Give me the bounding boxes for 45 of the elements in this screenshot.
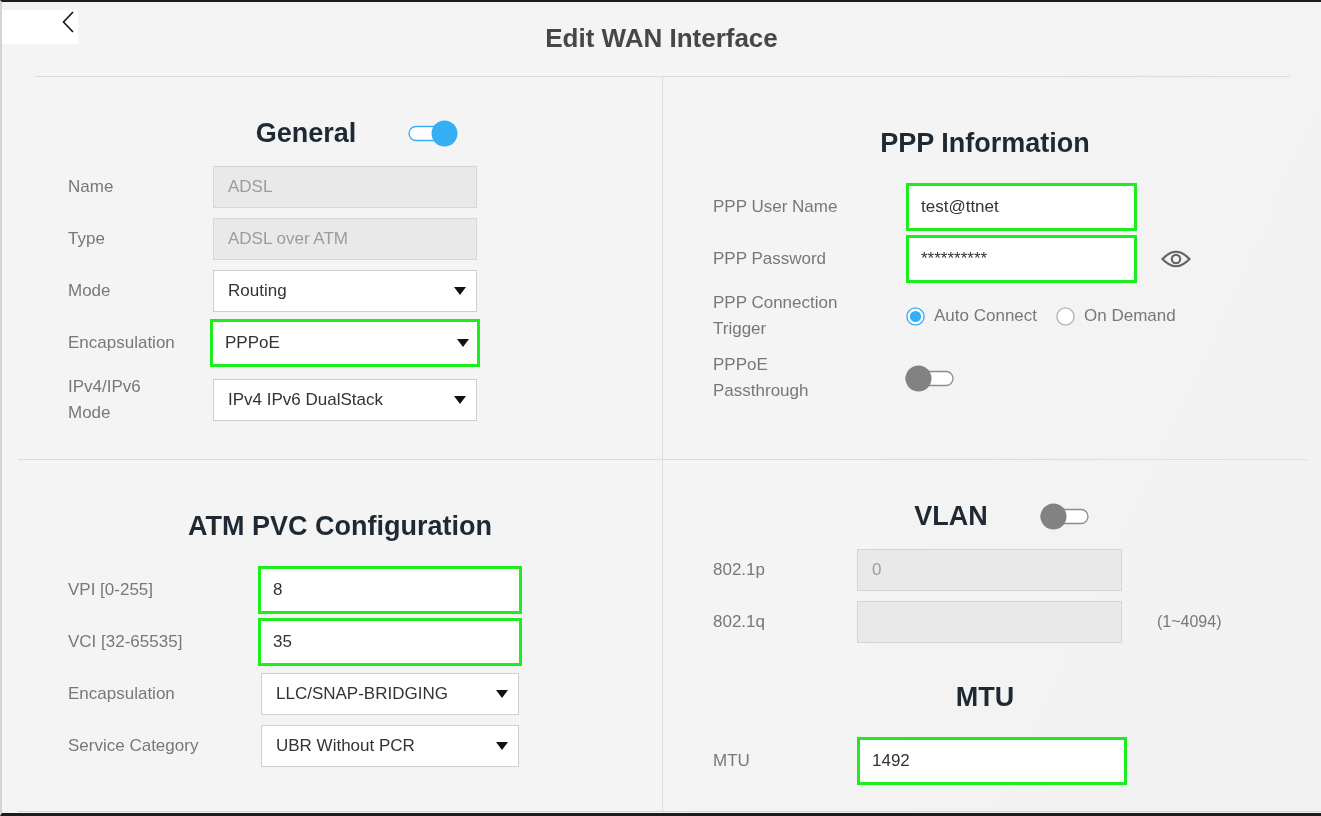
section-title: MTU — [955, 681, 1015, 714]
range-hint: (1~4094) — [1157, 613, 1222, 631]
field-label: PPP User Name — [713, 196, 839, 218]
dropdown[interactable]: LLC/SNAP-BRIDGING — [261, 673, 519, 715]
field-label: 802.1p — [713, 559, 766, 581]
radio-option[interactable]: On Demand — [1056, 306, 1176, 326]
field-label: Name — [68, 176, 115, 198]
caret-icon — [496, 742, 508, 750]
field-label: VCI [32-65535] — [68, 631, 184, 653]
radio-option[interactable]: Auto Connect — [906, 306, 1037, 326]
text-field[interactable]: 1492 — [857, 737, 1127, 785]
dropdown[interactable]: UBR Without PCR — [261, 725, 519, 767]
field-label: PPP Connection Trigger — [713, 292, 839, 340]
caret-icon — [457, 339, 469, 347]
section-title: VLAN — [914, 500, 988, 533]
caret-icon — [454, 287, 466, 295]
section-title: ATM PVC Configuration — [188, 510, 492, 543]
text-field[interactable]: test@ttnet — [906, 183, 1137, 231]
chevron-left-icon — [62, 11, 74, 33]
field-label: PPPoE Passthrough — [713, 354, 810, 402]
eye-icon[interactable] — [1161, 249, 1191, 269]
toggle-switch[interactable] — [1039, 502, 1090, 530]
field-label: PPP Password — [713, 248, 828, 270]
caret-icon — [454, 396, 466, 404]
dropdown[interactable]: Routing — [213, 270, 477, 312]
field-label: Mode — [68, 280, 112, 302]
page-title: Edit WAN Interface — [545, 22, 778, 54]
field-label: Service Category — [68, 735, 200, 757]
section-title: PPP Information — [880, 127, 1090, 160]
field-label: Encapsulation — [68, 683, 176, 705]
dropdown[interactable]: IPv4 IPv6 DualStack — [213, 379, 477, 421]
text-field[interactable]: 35 — [258, 618, 522, 666]
field-label: MTU — [713, 750, 751, 772]
password-field[interactable]: ********** — [906, 235, 1137, 283]
field-label: IPv4/IPv6 Mode — [68, 376, 142, 424]
caret-icon — [496, 690, 508, 698]
field-label: Encapsulation — [68, 332, 176, 354]
field-label: Type — [68, 228, 106, 250]
section-title: General — [255, 117, 357, 150]
text-field[interactable]: 8 — [258, 566, 522, 614]
toggle-switch[interactable] — [408, 119, 459, 147]
field-label: VPI [0-255] — [68, 579, 155, 601]
field-label: 802.1q — [713, 611, 766, 633]
toggle-switch[interactable] — [905, 364, 955, 392]
dropdown[interactable]: PPPoE — [210, 319, 480, 367]
